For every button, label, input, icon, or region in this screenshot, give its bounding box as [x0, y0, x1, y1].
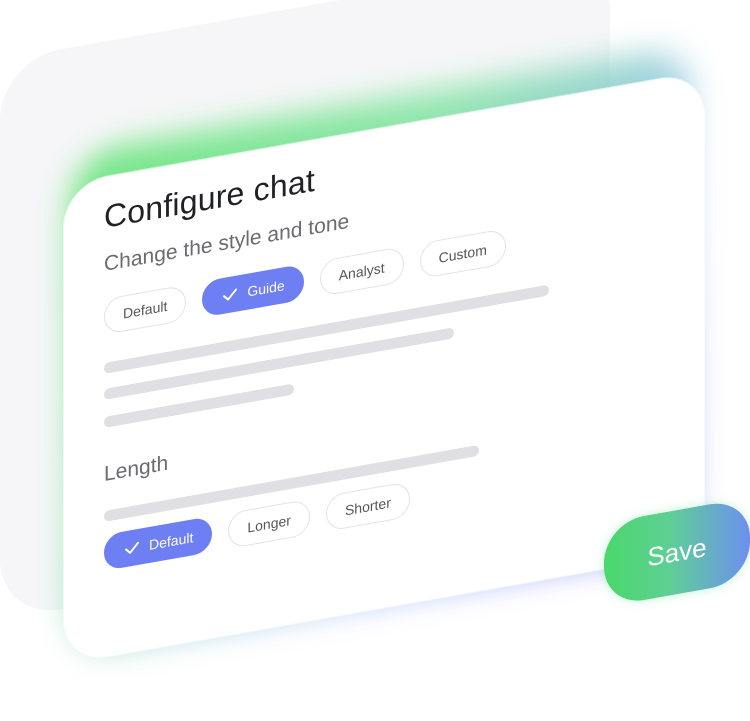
chip-label: Guide [247, 277, 285, 300]
chip-label: Custom [438, 241, 487, 266]
length-chip-longer[interactable]: Longer [228, 498, 310, 550]
save-label: Save [647, 531, 707, 572]
chip-label: Shorter [344, 494, 391, 519]
chip-label: Analyst [338, 259, 385, 284]
check-icon [223, 288, 238, 301]
check-icon [125, 541, 139, 554]
chip-label: Default [149, 529, 194, 554]
style-chip-guide[interactable]: Guide [202, 263, 304, 318]
length-chip-default[interactable]: Default [104, 515, 213, 571]
stage: Configure chat Change the style and tone… [0, 0, 750, 721]
style-chip-default[interactable]: Default [104, 284, 187, 335]
chip-label: Longer [247, 511, 291, 536]
chip-label: Default [123, 297, 168, 322]
style-chip-custom[interactable]: Custom [419, 228, 506, 280]
length-chip-shorter[interactable]: Shorter [325, 481, 410, 532]
length-label: Length [104, 451, 169, 486]
style-chip-analyst[interactable]: Analyst [319, 246, 404, 297]
